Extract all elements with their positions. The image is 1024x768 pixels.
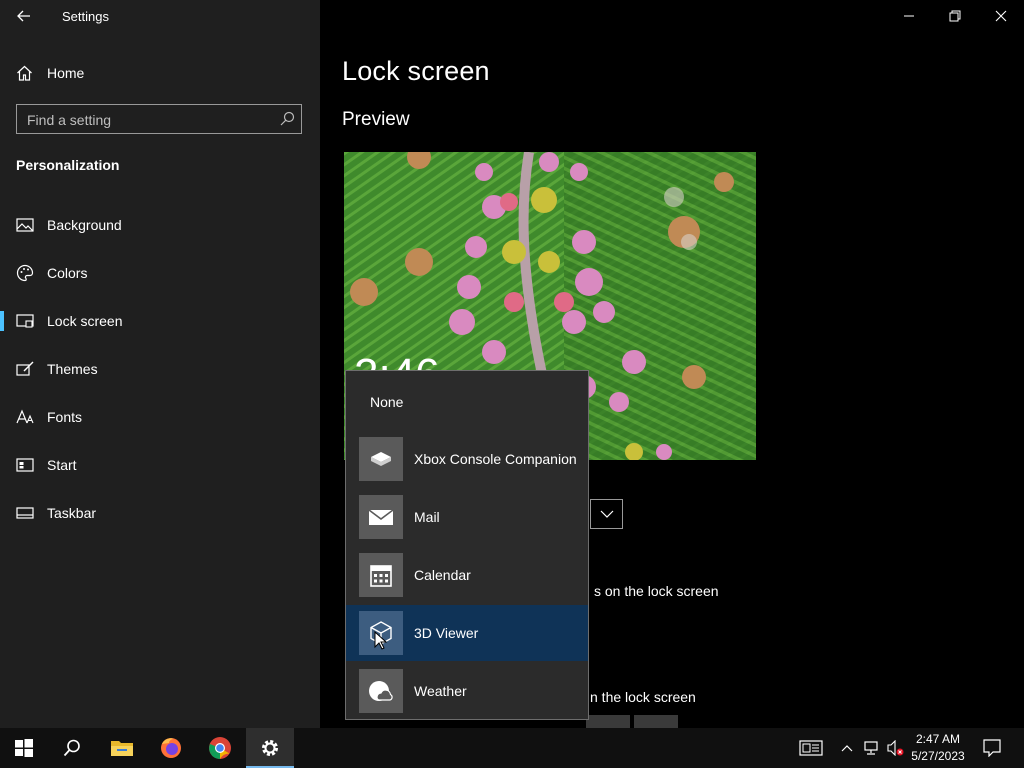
search-input[interactable] bbox=[17, 105, 279, 135]
preview-heading: Preview bbox=[342, 109, 410, 130]
back-arrow-icon bbox=[17, 10, 30, 22]
font-icon bbox=[16, 409, 34, 424]
show-hidden-icons-button[interactable] bbox=[838, 728, 856, 768]
sidebar-item-label: Fonts bbox=[47, 409, 83, 425]
option-xbox-console-companion[interactable]: Xbox Console Companion bbox=[346, 431, 588, 487]
sidebar-item-label: Colors bbox=[47, 265, 88, 281]
volume-muted-icon bbox=[887, 740, 904, 756]
restore-icon bbox=[949, 10, 961, 22]
app-picker-flyout: None Xbox Console Companion Mail Calenda… bbox=[345, 370, 589, 720]
sidebar: Settings Home Personalization Background… bbox=[0, 0, 320, 728]
home-link[interactable]: Home bbox=[0, 58, 320, 88]
file-explorer-button[interactable] bbox=[98, 728, 146, 768]
search-icon bbox=[63, 739, 80, 757]
option-calendar[interactable]: Calendar bbox=[346, 547, 588, 603]
firefox-icon bbox=[161, 738, 181, 758]
lock-screen-icon bbox=[16, 314, 34, 328]
taskbar-icon bbox=[16, 507, 34, 519]
taskbar: 2:47 AM 5/27/2023 bbox=[0, 728, 1024, 768]
sidebar-item-colors[interactable]: Colors bbox=[0, 253, 320, 293]
network-icon bbox=[864, 741, 878, 755]
sidebar-item-start[interactable]: Start bbox=[0, 445, 320, 485]
option-label: Calendar bbox=[414, 567, 471, 583]
chevron-down-icon bbox=[600, 510, 613, 518]
sidebar-item-lock-screen[interactable]: Lock screen bbox=[0, 301, 320, 341]
sidebar-item-taskbar[interactable]: Taskbar bbox=[0, 493, 320, 533]
image-icon bbox=[16, 218, 34, 232]
volume-button[interactable] bbox=[884, 728, 906, 768]
option-mail[interactable]: Mail bbox=[346, 489, 588, 545]
brush-icon bbox=[16, 361, 34, 376]
option-none[interactable]: None bbox=[370, 394, 403, 410]
restore-button[interactable] bbox=[932, 0, 978, 32]
home-icon bbox=[17, 65, 32, 81]
close-button[interactable] bbox=[978, 0, 1024, 32]
sidebar-item-label: Taskbar bbox=[47, 505, 97, 521]
news-button[interactable] bbox=[796, 728, 826, 768]
chrome-icon bbox=[209, 737, 231, 759]
settings-icon bbox=[262, 740, 278, 756]
xbox-icon bbox=[359, 437, 403, 481]
setting-description-1: s on the lock screen bbox=[594, 583, 719, 599]
home-label: Home bbox=[47, 65, 85, 81]
option-label: Weather bbox=[414, 683, 467, 699]
dropdown-toggle[interactable] bbox=[590, 499, 623, 529]
firefox-button[interactable] bbox=[147, 728, 195, 768]
calendar-icon bbox=[359, 553, 403, 597]
active-indicator bbox=[0, 311, 4, 331]
settings-taskbar-button[interactable] bbox=[246, 728, 294, 768]
option-label: Xbox Console Companion bbox=[414, 451, 577, 467]
weather-icon bbox=[359, 669, 403, 713]
chrome-button[interactable] bbox=[196, 728, 244, 768]
mouse-cursor-icon bbox=[374, 631, 388, 650]
sidebar-item-fonts[interactable]: Fonts bbox=[0, 397, 320, 437]
close-icon bbox=[995, 10, 1007, 22]
minimize-button[interactable] bbox=[886, 0, 932, 32]
section-title: Personalization bbox=[16, 157, 120, 173]
sidebar-item-label: Themes bbox=[47, 361, 98, 377]
setting-description-2: n the lock screen bbox=[590, 689, 696, 705]
sidebar-item-themes[interactable]: Themes bbox=[0, 349, 320, 389]
minimize-icon bbox=[904, 15, 914, 17]
clock-time: 2:47 AM bbox=[915, 732, 961, 746]
palette-icon bbox=[16, 264, 34, 282]
search-icon[interactable] bbox=[279, 111, 295, 127]
action-center-button[interactable] bbox=[978, 728, 1006, 768]
option-label: 3D Viewer bbox=[414, 625, 479, 641]
option-weather[interactable]: Weather bbox=[346, 663, 588, 719]
search-button[interactable] bbox=[48, 728, 96, 768]
page-title: Lock screen bbox=[342, 56, 490, 86]
mail-icon bbox=[359, 495, 403, 539]
start-button[interactable] bbox=[0, 728, 48, 768]
quick-status-slot[interactable] bbox=[634, 715, 678, 728]
sidebar-item-label: Background bbox=[47, 217, 122, 233]
sidebar-item-label: Start bbox=[47, 457, 77, 473]
news-icon bbox=[799, 740, 823, 756]
quick-status-slot[interactable] bbox=[586, 715, 630, 728]
option-label: Mail bbox=[414, 509, 440, 525]
clock-date: 5/27/2023 bbox=[911, 749, 965, 763]
taskbar-clock[interactable]: 2:47 AM 5/27/2023 bbox=[905, 731, 971, 765]
chevron-up-icon bbox=[841, 745, 853, 752]
notification-icon bbox=[983, 739, 1001, 757]
windows-logo-icon bbox=[15, 739, 33, 757]
file-explorer-icon bbox=[111, 741, 133, 756]
sidebar-item-background[interactable]: Background bbox=[0, 205, 320, 245]
window-title: Settings bbox=[62, 9, 109, 24]
network-button[interactable] bbox=[860, 728, 882, 768]
sidebar-item-label: Lock screen bbox=[47, 313, 123, 329]
search-box[interactable] bbox=[16, 104, 302, 135]
start-icon bbox=[16, 458, 34, 472]
back-button[interactable] bbox=[10, 4, 38, 28]
